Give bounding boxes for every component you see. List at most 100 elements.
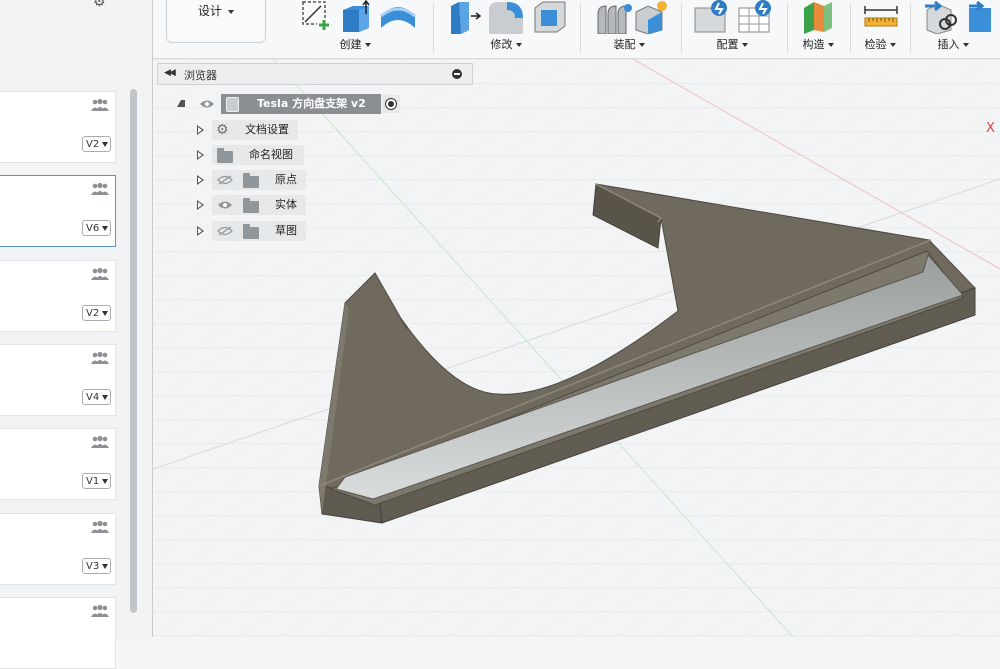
version-label: V4 bbox=[86, 392, 100, 403]
version-label: V2 bbox=[86, 308, 100, 319]
activate-radio[interactable] bbox=[382, 95, 400, 113]
version-dropdown[interactable]: V2 bbox=[82, 305, 111, 321]
tree-item-pill: 命名视图 bbox=[212, 145, 304, 165]
chevron-down-icon bbox=[228, 9, 234, 14]
parameters-icon bbox=[694, 0, 727, 33]
design-card[interactable]: V2 bbox=[0, 260, 116, 332]
version-dropdown[interactable]: V3 bbox=[82, 558, 111, 574]
gear-icon: ⚙ bbox=[216, 122, 229, 138]
tree-item-pill: 草图 bbox=[212, 221, 306, 241]
tree-item-label: 原点 bbox=[275, 173, 297, 186]
x-axis-label: X bbox=[986, 121, 995, 136]
modify-menu-label[interactable]: 修改 bbox=[437, 36, 575, 52]
insert-mesh-icon bbox=[969, 0, 991, 32]
toolbar-divider bbox=[580, 4, 581, 52]
configure-menu-label[interactable]: 配置 bbox=[685, 36, 779, 52]
expand-icon[interactable] bbox=[197, 125, 204, 135]
chevron-down-icon bbox=[102, 226, 108, 231]
folder-icon bbox=[243, 224, 259, 239]
inspect-group[interactable]: 检验 bbox=[853, 0, 907, 58]
toolbar-divider bbox=[910, 4, 911, 52]
version-dropdown[interactable]: V4 bbox=[82, 389, 111, 405]
create-group[interactable]: 创建 bbox=[291, 0, 419, 58]
construction-plane-icon bbox=[804, 2, 832, 34]
data-panel: ⚙ V2 V6 V2 V4 V1 V3 bbox=[0, 0, 153, 669]
people-icon bbox=[91, 351, 109, 364]
gear-icon[interactable]: ⚙ bbox=[93, 0, 106, 10]
people-icon bbox=[91, 98, 109, 111]
press-pull-icon bbox=[451, 2, 482, 34]
folder-icon bbox=[217, 148, 233, 163]
configure-group[interactable]: 配置 bbox=[685, 0, 779, 58]
people-icon bbox=[91, 435, 109, 448]
tree-item-label: 草图 bbox=[275, 224, 297, 237]
assemble-group[interactable]: 装配 bbox=[584, 0, 674, 58]
chevron-down-icon bbox=[102, 142, 108, 147]
inspect-menu-label[interactable]: 检验 bbox=[853, 36, 907, 52]
version-dropdown[interactable]: V2 bbox=[82, 136, 111, 152]
insert-derive-icon bbox=[925, 0, 957, 34]
toolbar-divider bbox=[681, 4, 682, 52]
root-component-label: Tesla 方向盘支架 v2 bbox=[257, 97, 366, 110]
version-label: V2 bbox=[86, 139, 100, 150]
component-icon bbox=[635, 1, 667, 34]
design-card[interactable]: V3 bbox=[0, 513, 116, 585]
design-card[interactable]: V6 bbox=[0, 175, 116, 247]
expand-icon[interactable] bbox=[197, 150, 204, 160]
modify-group[interactable]: 修改 bbox=[437, 0, 575, 58]
chevron-down-icon bbox=[102, 395, 108, 400]
people-icon bbox=[91, 182, 109, 195]
tree-item-pill: 原点 bbox=[212, 170, 306, 190]
version-dropdown[interactable]: V6 bbox=[82, 220, 111, 236]
collapse-triangle-icon[interactable] bbox=[177, 100, 185, 107]
toolbar: 设计 创建 修改 装配 配置 构造 检验 插入 bbox=[153, 0, 1000, 59]
tree-item-label: 实体 bbox=[275, 198, 297, 211]
construct-group[interactable]: 构造 bbox=[790, 0, 846, 58]
people-icon bbox=[91, 520, 109, 533]
people-icon bbox=[91, 267, 109, 280]
hidden-eye-icon[interactable] bbox=[217, 175, 233, 185]
hidden-eye-icon[interactable] bbox=[217, 226, 233, 236]
toolbar-divider bbox=[433, 4, 434, 52]
joint-icon bbox=[597, 4, 632, 34]
collapse-icon[interactable]: ◀◀ bbox=[164, 68, 176, 78]
shell-icon bbox=[534, 1, 566, 33]
create-sketch-icon bbox=[302, 1, 331, 32]
chevron-down-icon bbox=[102, 564, 108, 569]
toolbar-divider bbox=[850, 4, 851, 52]
tree-item-label: 命名视图 bbox=[249, 148, 293, 161]
fillet-icon bbox=[489, 2, 523, 34]
browser-panel-header[interactable]: ◀◀ 浏览器 bbox=[157, 63, 473, 85]
people-icon bbox=[91, 604, 109, 617]
create-menu-label[interactable]: 创建 bbox=[291, 36, 419, 52]
version-label: V1 bbox=[86, 476, 100, 487]
visibility-eye-icon[interactable] bbox=[217, 200, 233, 210]
expand-icon[interactable] bbox=[197, 226, 204, 236]
chevron-down-icon bbox=[102, 311, 108, 316]
expand-icon[interactable] bbox=[197, 175, 204, 185]
minimize-icon[interactable] bbox=[452, 69, 462, 79]
visibility-eye-icon[interactable] bbox=[199, 99, 215, 109]
construct-menu-label[interactable]: 构造 bbox=[790, 36, 846, 52]
insert-group[interactable]: 插入 bbox=[913, 0, 993, 58]
toolbar-divider bbox=[787, 4, 788, 52]
scrollbar[interactable] bbox=[130, 89, 137, 613]
assemble-menu-label[interactable]: 装配 bbox=[584, 36, 674, 52]
configuration-table-icon bbox=[738, 0, 771, 33]
extrude-icon bbox=[343, 0, 370, 32]
version-label: V3 bbox=[86, 561, 100, 572]
document-icon bbox=[226, 97, 239, 112]
workspace-switcher[interactable]: 设计 bbox=[166, 0, 266, 43]
design-card[interactable]: V1 bbox=[0, 428, 116, 500]
browser-title: 浏览器 bbox=[184, 69, 217, 82]
expand-icon[interactable] bbox=[197, 200, 204, 210]
tree-item-pill: ⚙ 文档设置 bbox=[212, 120, 298, 140]
design-card[interactable] bbox=[0, 597, 116, 669]
design-card[interactable]: V4 bbox=[0, 344, 116, 416]
tree-item-label: 文档设置 bbox=[245, 123, 289, 136]
design-card[interactable]: V2 bbox=[0, 91, 116, 163]
version-label: V6 bbox=[86, 223, 100, 234]
version-dropdown[interactable]: V1 bbox=[82, 473, 111, 489]
insert-menu-label[interactable]: 插入 bbox=[913, 36, 993, 52]
folder-icon bbox=[243, 198, 259, 213]
